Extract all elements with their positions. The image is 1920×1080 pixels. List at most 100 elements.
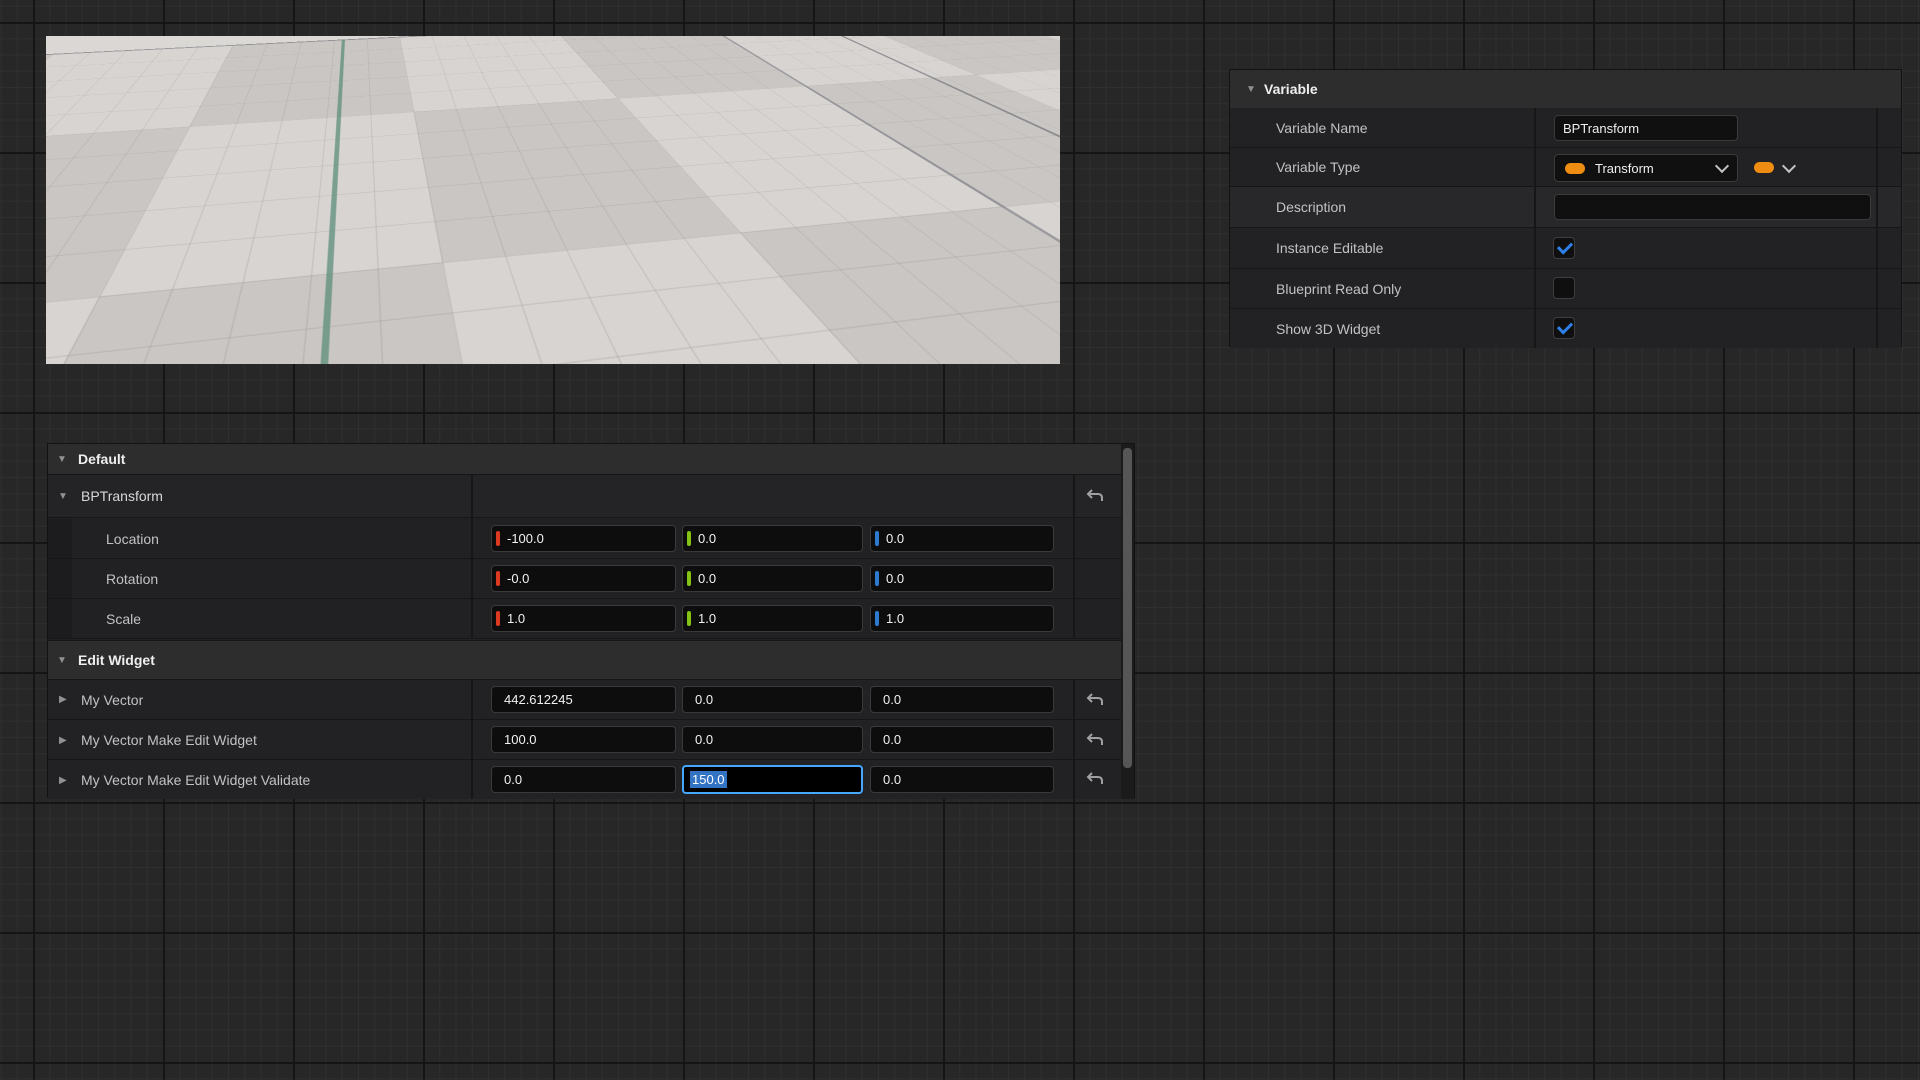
revert-button[interactable] <box>1083 688 1107 712</box>
revert-arrow-icon <box>1085 692 1105 708</box>
mvmew-z-field[interactable]: 0.0 <box>870 726 1054 753</box>
variable-type-label: Variable Type <box>1276 159 1360 175</box>
mvmew-x-value: 100.0 <box>504 732 537 747</box>
description-input[interactable] <box>1554 194 1871 220</box>
my-vector-y-value: 0.0 <box>695 692 713 707</box>
defaults-details-panel: Default BPTransform Location -100.0 0.0 … <box>47 443 1135 798</box>
scale-y-field[interactable]: 1.0 <box>682 605 863 632</box>
description-label: Description <box>1276 199 1346 215</box>
x-axis-color-bar <box>496 611 500 626</box>
x-axis-color-bar <box>496 571 500 586</box>
bptransform-label: BPTransform <box>81 488 163 504</box>
bptransform-widget[interactable] <box>94 111 204 211</box>
scale-label: Scale <box>106 611 141 627</box>
revert-arrow-icon <box>1085 732 1105 748</box>
section-title: Default <box>78 451 125 467</box>
mvmewv-z-field[interactable]: 0.0 <box>870 766 1054 793</box>
rotation-y-value: 0.0 <box>698 571 716 586</box>
blueprint-read-only-checkbox[interactable] <box>1553 277 1575 299</box>
exceed-widget[interactable] <box>528 253 580 329</box>
instance-editable-label: Instance Editable <box>1276 240 1383 256</box>
viewport-label-exceed: Exceed max length:100 <box>566 292 710 307</box>
location-z-field[interactable]: 0.0 <box>870 525 1054 552</box>
my-vector-z-value: 0.0 <box>883 692 901 707</box>
preview-viewport[interactable]: BPTransform MyVector_MakeEditWidget Exce… <box>46 36 1060 364</box>
mvmew-x-field[interactable]: 100.0 <box>491 726 676 753</box>
revert-button[interactable] <box>1083 484 1107 508</box>
location-z-value: 0.0 <box>886 531 904 546</box>
rotation-x-field[interactable]: -0.0 <box>491 565 676 592</box>
x-axis-arrow <box>498 149 522 165</box>
selected-text: 150.0 <box>690 771 727 788</box>
transform-type-pill-icon <box>1565 163 1585 174</box>
mvmewv-x-field[interactable]: 0.0 <box>491 766 676 793</box>
instance-editable-checkbox[interactable] <box>1553 237 1575 259</box>
revert-button[interactable] <box>1083 767 1107 791</box>
edit-widget-section-header[interactable]: Edit Widget <box>48 640 1134 680</box>
bptransform-row[interactable]: BPTransform <box>48 475 1134 518</box>
show-3d-widget-label: Show 3D Widget <box>1276 321 1380 337</box>
container-type-pill-icon <box>1754 162 1774 173</box>
viewport-label-myvector: MyVector_MakeEditWidget <box>746 151 911 166</box>
show-3d-widget-checkbox[interactable] <box>1553 317 1575 339</box>
section-title: Variable <box>1264 81 1318 97</box>
rotation-z-field[interactable]: 0.0 <box>870 565 1054 592</box>
y-axis-color-bar <box>687 531 691 546</box>
variable-name-input[interactable] <box>1554 115 1738 141</box>
column-splitter[interactable] <box>471 475 473 639</box>
my-vector-y-field[interactable]: 0.0 <box>682 686 863 713</box>
mvmewv-x-value: 0.0 <box>504 772 522 787</box>
transform-gizmo[interactable] <box>376 76 546 191</box>
scale-x-field[interactable]: 1.0 <box>491 605 676 632</box>
section-title: Edit Widget <box>78 652 155 668</box>
my-vector-x-field[interactable]: 442.612245 <box>491 686 676 713</box>
revert-column-splitter <box>1073 475 1075 639</box>
variable-section-header[interactable]: Variable <box>1230 70 1901 109</box>
chevron-down-icon <box>1715 159 1729 173</box>
row-gutter <box>48 599 72 638</box>
scale-x-value: 1.0 <box>507 611 525 626</box>
blueprint-read-only-label: Blueprint Read Only <box>1276 281 1401 297</box>
my-vector-z-field[interactable]: 0.0 <box>870 686 1054 713</box>
collapse-arrow-icon[interactable] <box>1246 84 1260 95</box>
collapse-arrow-icon[interactable] <box>57 655 71 666</box>
scrollbar-thumb[interactable] <box>1123 448 1132 768</box>
location-y-value: 0.0 <box>698 531 716 546</box>
location-y-field[interactable]: 0.0 <box>682 525 863 552</box>
location-x-value: -100.0 <box>507 531 544 546</box>
my-vector-x-value: 442.612245 <box>504 692 573 707</box>
scale-z-field[interactable]: 1.0 <box>870 605 1054 632</box>
container-type-dropdown[interactable] <box>1754 162 1794 173</box>
blueprint-editor: { "viewport": { "labels": { "bptransform… <box>0 0 1920 1080</box>
my-vector-make-edit-widget-label: My Vector Make Edit Widget <box>81 732 257 748</box>
row-gutter <box>48 559 72 598</box>
variable-type-dropdown[interactable]: Transform <box>1554 154 1738 182</box>
revert-arrow-icon <box>1085 488 1105 504</box>
rotation-y-field[interactable]: 0.0 <box>682 565 863 592</box>
mvmew-y-value: 0.0 <box>695 732 713 747</box>
collapse-arrow-icon[interactable] <box>57 454 71 465</box>
scale-y-value: 1.0 <box>698 611 716 626</box>
z-axis-color-bar <box>875 611 879 626</box>
scale-z-value: 1.0 <box>886 611 904 626</box>
rotation-x-value: -0.0 <box>507 571 529 586</box>
collapse-arrow-icon[interactable] <box>58 491 72 502</box>
mvmew-y-field[interactable]: 0.0 <box>682 726 863 753</box>
revert-button[interactable] <box>1083 728 1107 752</box>
variable-details-panel: Variable Variable Name Variable Type Des… <box>1229 69 1902 347</box>
revert-column-splitter <box>1073 679 1075 799</box>
y-axis-color-bar <box>687 611 691 626</box>
mvmewv-y-field-editing[interactable]: 150.0 <box>682 765 863 794</box>
details-scrollbar[interactable] <box>1121 444 1134 799</box>
mvmew-z-value: 0.0 <box>883 732 901 747</box>
expand-arrow-icon[interactable] <box>59 694 73 705</box>
column-splitter[interactable] <box>1534 108 1536 348</box>
z-axis-arrow <box>442 84 462 108</box>
x-axis-color-bar <box>496 531 500 546</box>
expand-arrow-icon[interactable] <box>59 735 73 746</box>
location-x-field[interactable]: -100.0 <box>491 525 676 552</box>
default-section-header[interactable]: Default <box>48 444 1134 475</box>
z-axis-color-bar <box>875 531 879 546</box>
column-splitter[interactable] <box>471 679 473 799</box>
expand-arrow-icon[interactable] <box>59 775 73 786</box>
